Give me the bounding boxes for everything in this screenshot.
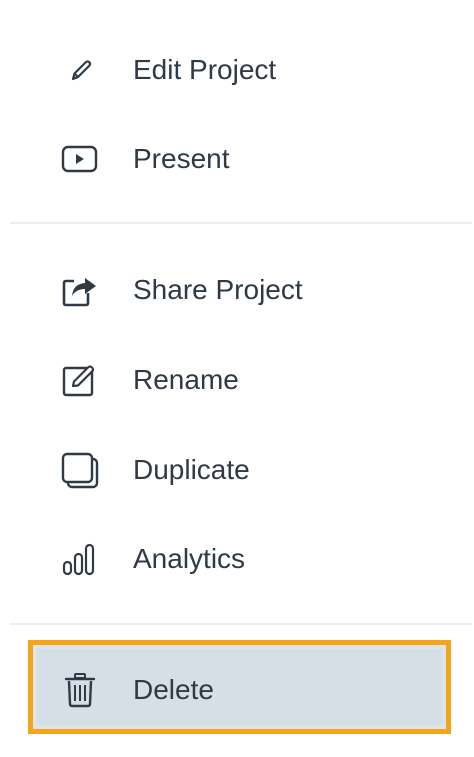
menu-item-share-project[interactable]: Share Project [0,260,474,320]
duplicate-icon [58,448,102,492]
menu-item-label: Share Project [133,274,303,305]
pencil-icon [58,48,102,92]
edit-box-icon [58,358,102,402]
menu-item-label: Rename [133,364,239,395]
menu-item-label: Delete [133,674,214,705]
menu-item-analytics[interactable]: Analytics [0,529,474,589]
menu-divider [10,222,472,224]
trash-icon [58,668,102,712]
menu-item-delete[interactable]: Delete [0,660,474,720]
menu-item-label: Present [133,143,230,174]
play-icon [58,137,102,181]
bar-chart-icon [58,537,102,581]
menu-item-label: Duplicate [133,454,250,485]
menu-item-edit-project[interactable]: Edit Project [0,40,474,100]
menu-item-label: Analytics [133,543,246,574]
share-icon [58,268,102,312]
menu-item-rename[interactable]: Rename [0,350,474,410]
project-context-menu: Edit Project Present Share Project Renam… [0,0,474,757]
menu-item-label: Edit Project [133,54,277,85]
menu-divider [10,623,472,625]
menu-item-duplicate[interactable]: Duplicate [0,440,474,500]
menu-item-present[interactable]: Present [0,129,474,189]
